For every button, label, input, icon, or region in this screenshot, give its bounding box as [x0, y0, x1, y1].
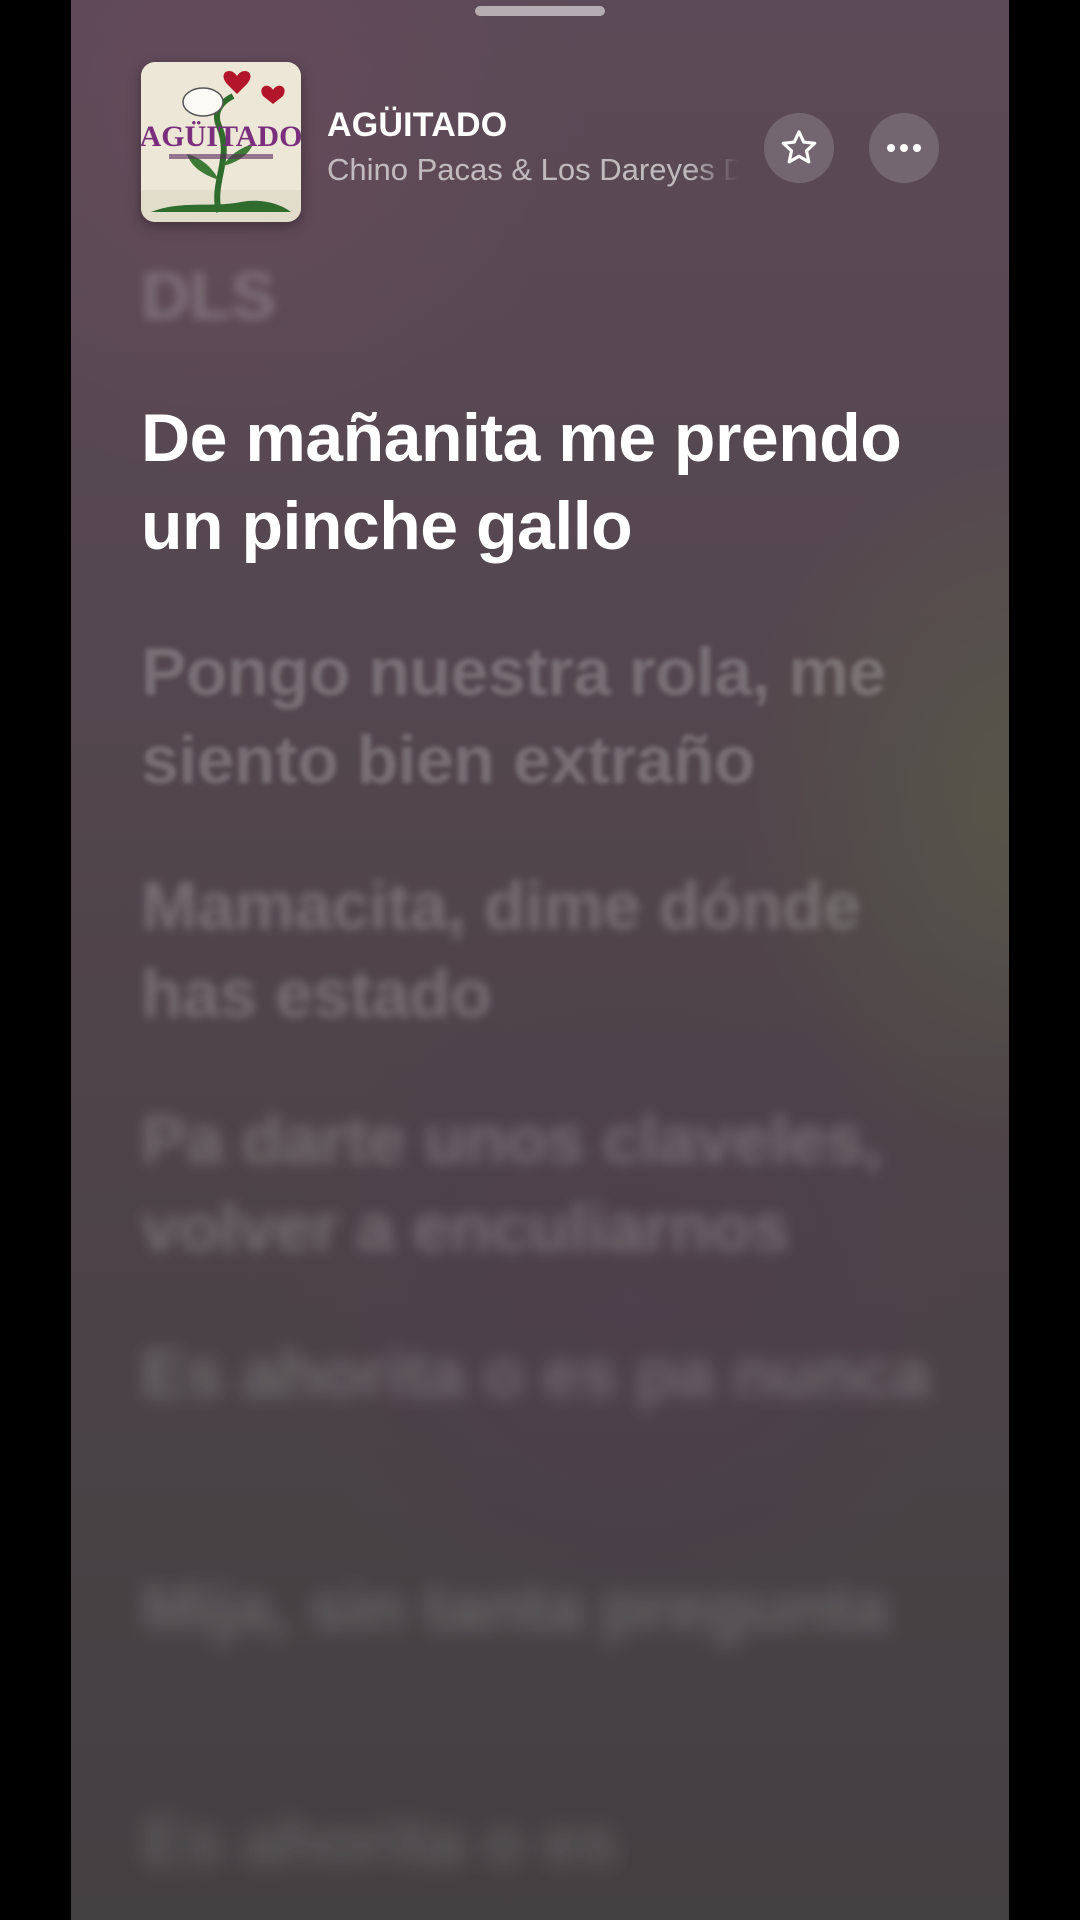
- song-artist[interactable]: Chino Pacas & Los Dareyes De La Sierra: [327, 152, 739, 188]
- album-artwork-image: AGÜITADO: [141, 62, 301, 222]
- album-artwork[interactable]: AGÜITADO: [141, 62, 301, 222]
- lyric-line-active[interactable]: De mañanita me prendo un pinche gallo: [141, 394, 961, 570]
- favorite-button[interactable]: [764, 113, 834, 183]
- lyrics-screen: AGÜITADO AGÜITADO Chino Pacas & Los Dare…: [71, 0, 1009, 1920]
- lyric-line[interactable]: Pongo nuestra rola, me siento bien extra…: [141, 628, 961, 804]
- sheet-grabber[interactable]: [475, 6, 605, 16]
- album-artwork-title: AGÜITADO: [141, 120, 301, 153]
- more-options-button[interactable]: [869, 113, 939, 183]
- lyric-line[interactable]: Pa darte unos claveles, volver a enculia…: [141, 1096, 961, 1272]
- lyric-line-previous[interactable]: DLS: [141, 252, 961, 340]
- ellipsis-icon: [887, 144, 921, 152]
- lyric-line[interactable]: Es ahorita o es pa nunca: [141, 1330, 961, 1418]
- lyric-line[interactable]: Mamacita, dime dónde has estado: [141, 862, 961, 1038]
- star-icon: [781, 130, 817, 164]
- song-title: AGÜITADO: [327, 106, 508, 144]
- lyric-line[interactable]: Mija, sin tanta pregunta: [141, 1564, 961, 1652]
- lyric-line[interactable]: Es ahorita o es: [141, 1798, 961, 1886]
